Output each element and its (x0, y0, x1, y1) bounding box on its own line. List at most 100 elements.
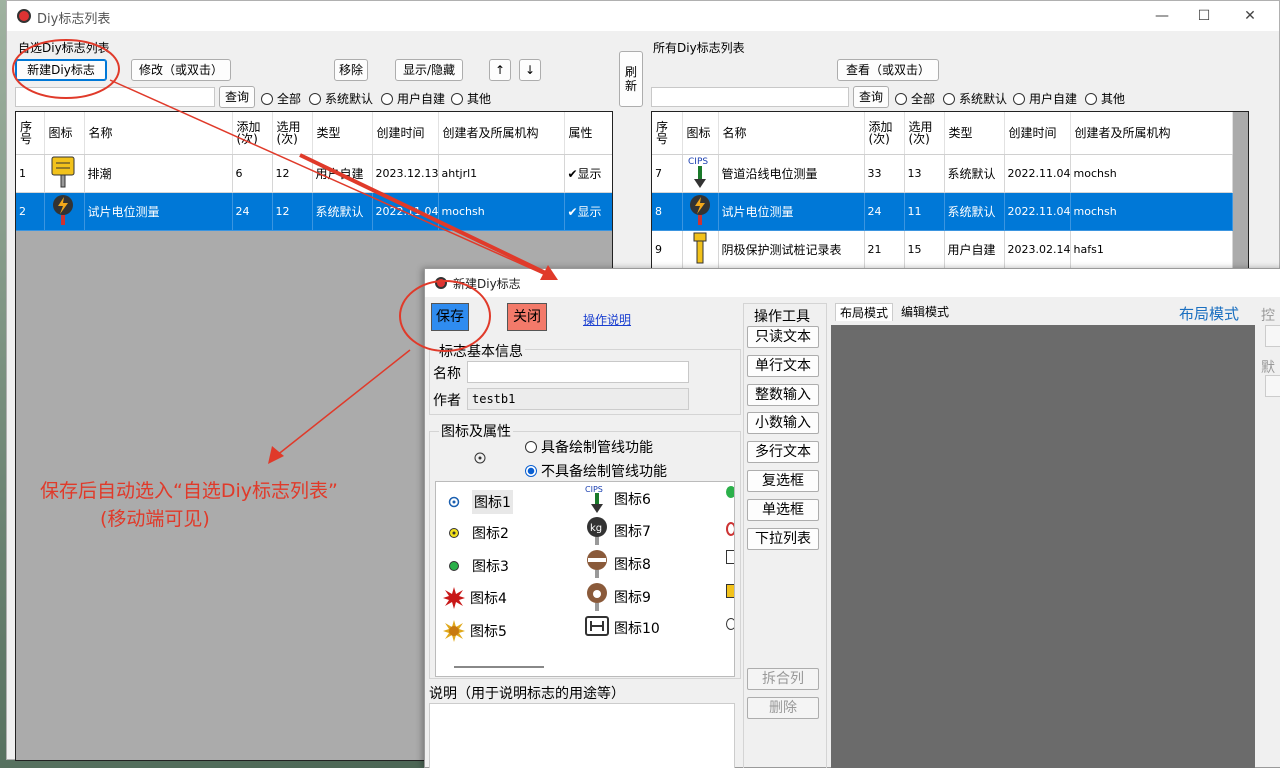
table-row[interactable]: 8 试片电位测量 24 11 系统默认 2022.11.04 mochsh (652, 192, 1233, 231)
col-header[interactable]: 添加(次) (232, 112, 273, 155)
left-filter-all[interactable]: 全部 (261, 90, 301, 107)
icon-item-5[interactable]: 图标5 (442, 619, 507, 643)
col-header[interactable]: 类型 (312, 112, 373, 155)
delete-button[interactable]: 删除 (747, 697, 819, 719)
side-fragment-2: 默 (1261, 360, 1275, 376)
icon-list[interactable]: 图标1 图标2 图标3 图标4 图标5 CIPS 图标6 kg 图标7 图标8 (435, 481, 735, 677)
left-filter-other[interactable]: 其他 (451, 90, 491, 107)
icon-attr-title: 图标及属性 (439, 421, 513, 441)
table-row[interactable]: 1 排潮 6 12 用户自建 2023.12.13 ahtjrl1 ✔显示 (16, 154, 612, 193)
layout-canvas[interactable] (831, 325, 1255, 768)
no-draw-pipeline-option[interactable]: 不具备绘制管线功能 (525, 461, 667, 481)
left-search-input[interactable] (15, 87, 215, 107)
col-header[interactable]: 创建时间 (372, 112, 439, 155)
boundary-sign-icon (585, 616, 609, 636)
col-header[interactable]: 名称 (718, 112, 865, 155)
weight-kg-icon: kg (587, 517, 607, 545)
icon-list-clipped-column (726, 486, 734, 636)
col-header[interactable]: 添加(次) (864, 112, 905, 155)
right-filter-other[interactable]: 其他 (1085, 90, 1125, 107)
tab-layout-mode[interactable]: 布局模式 (835, 303, 894, 321)
save-button[interactable]: 保存 (431, 303, 469, 331)
tool-single-line[interactable]: 单行文本 (747, 355, 819, 377)
name-input[interactable] (467, 361, 689, 383)
icon-item-3[interactable]: 图标3 (444, 556, 509, 576)
icon-item-6[interactable]: CIPS 图标6 (584, 484, 651, 514)
window-title: Diy标志列表 (37, 12, 111, 27)
move-up-button[interactable]: ↑ (489, 59, 511, 81)
show-hide-button[interactable]: 显示/隐藏 (395, 59, 463, 81)
icon-item-2[interactable]: 图标2 (444, 523, 509, 543)
cips-arrow-icon: CIPS (585, 485, 603, 513)
all-list-label: 所有Diy标志列表 (653, 41, 745, 55)
col-header[interactable]: 选用(次) (904, 112, 945, 155)
test-post-icon (693, 232, 706, 263)
left-filter-system[interactable]: 系统默认 (309, 90, 373, 107)
new-diy-button[interactable]: 新建Diy标志 (15, 59, 107, 81)
split-merge-button[interactable]: 拆合列 (747, 668, 819, 690)
side-input-fragment (1265, 325, 1280, 347)
right-filter-user[interactable]: 用户自建 (1013, 90, 1077, 107)
icon-item-10[interactable]: 图标10 (584, 615, 660, 641)
right-filter-all[interactable]: 全部 (895, 90, 935, 107)
col-header[interactable]: 序号 (652, 112, 683, 155)
col-header[interactable]: 图标 (44, 112, 85, 155)
mode-title: 布局模式 (1179, 305, 1240, 323)
description-textarea[interactable] (429, 703, 735, 768)
icon-item-7[interactable]: kg 图标7 (584, 516, 651, 546)
remove-button[interactable]: 移除 (334, 59, 368, 81)
icon-item-9[interactable]: 图标9 (584, 582, 651, 612)
tool-dropdown[interactable]: 下拉列表 (747, 528, 819, 550)
right-search-input[interactable] (651, 87, 849, 107)
right-filter-system[interactable]: 系统默认 (943, 90, 1007, 107)
tool-radio[interactable]: 单选框 (747, 499, 819, 521)
tool-checkbox[interactable]: 复选框 (747, 470, 819, 492)
tab-edit-mode[interactable]: 编辑模式 (897, 303, 953, 321)
col-header[interactable]: 创建者及所属机构 (438, 112, 565, 155)
tool-multiline-text[interactable]: 多行文本 (747, 441, 819, 463)
tool-readonly-text[interactable]: 只读文本 (747, 326, 819, 348)
maximize-button[interactable]: ☐ (1189, 5, 1219, 27)
close-button[interactable]: ✕ (1235, 5, 1265, 27)
icon-item-8[interactable]: 图标8 (584, 549, 651, 579)
refresh-button[interactable]: 刷新 (619, 51, 643, 107)
radio-icon (381, 92, 393, 105)
table-row[interactable]: 9 阴极保护测试桩记录表 21 15 用户自建 2023.02.14 hafs1 (652, 230, 1233, 269)
col-header[interactable]: 名称 (84, 112, 233, 155)
horizontal-scrollbar[interactable] (454, 666, 544, 668)
radio-icon (261, 92, 273, 105)
radio-icon (309, 92, 321, 105)
yellow-sign-icon (51, 156, 74, 187)
col-header[interactable]: 属性 (564, 112, 612, 155)
valve-marker-icon (587, 583, 607, 611)
help-link[interactable]: 操作说明 (583, 311, 631, 328)
radio-icon (451, 92, 463, 105)
title-bar: Diy标志列表 — ☐ ✕ (7, 1, 1279, 31)
table-row[interactable]: 7 CIPS 管道沿线电位测量 33 13 系统默认 2022.11.04 mo… (652, 154, 1233, 193)
table-row[interactable]: 2 试片电位测量 24 12 系统默认 2022.11.04 mochsh ✔显… (16, 192, 612, 231)
svg-text:CIPS: CIPS (688, 157, 708, 167)
col-header[interactable]: 序号 (16, 112, 45, 155)
author-field: testb1 (467, 388, 689, 410)
view-button[interactable]: 查看（或双击） (837, 59, 939, 81)
col-header[interactable]: 类型 (944, 112, 1005, 155)
col-header[interactable]: 图标 (682, 112, 719, 155)
col-header[interactable]: 创建者及所属机构 (1070, 112, 1233, 155)
icon-item-1[interactable]: 图标1 (444, 490, 513, 514)
left-query-button[interactable]: 查询 (219, 86, 255, 108)
icon-item-4[interactable]: 图标4 (442, 586, 507, 610)
col-header[interactable]: 创建时间 (1004, 112, 1071, 155)
tools-title: 操作工具 (753, 306, 811, 326)
col-header[interactable]: 选用(次) (272, 112, 313, 155)
tool-decimal-input[interactable]: 小数输入 (747, 412, 819, 434)
minimize-button[interactable]: — (1147, 5, 1177, 27)
move-down-button[interactable]: ↓ (519, 59, 541, 81)
left-filter-user[interactable]: 用户自建 (381, 90, 445, 107)
draw-pipeline-option[interactable]: 具备绘制管线功能 (525, 437, 653, 457)
edit-button[interactable]: 修改（或双击） (131, 59, 231, 81)
close-dialog-button[interactable]: 关闭 (507, 303, 547, 331)
right-query-button[interactable]: 查询 (853, 86, 889, 108)
svg-text:CIPS: CIPS (585, 485, 603, 494)
tool-integer-input[interactable]: 整数输入 (747, 384, 819, 406)
dialog-title-bar: 新建Diy标志 (425, 269, 1280, 297)
